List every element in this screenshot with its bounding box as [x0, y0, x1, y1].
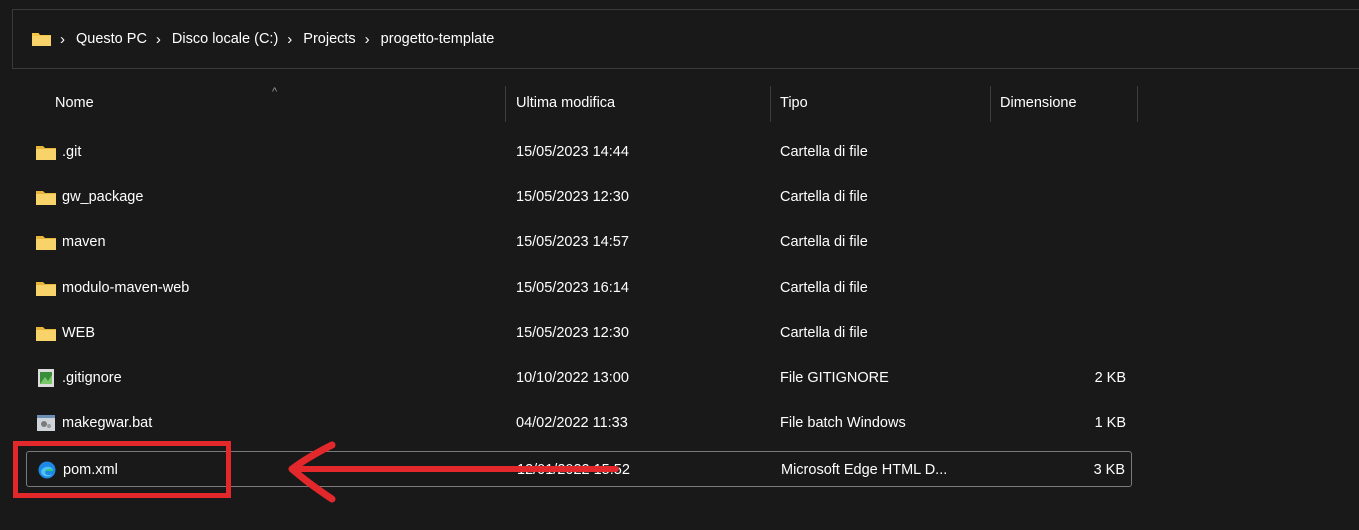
file-type: File GITIGNORE: [780, 370, 889, 386]
column-header-row: ^ Nome Ultima modifica Tipo Dimensione: [0, 80, 1359, 126]
column-divider[interactable]: [770, 86, 771, 122]
file-size: 1 KB: [1094, 415, 1126, 431]
column-header-name[interactable]: Nome: [55, 80, 94, 126]
file-type: Microsoft Edge HTML D...: [781, 462, 948, 478]
file-name: .git: [62, 144, 82, 160]
generic-file-icon: [36, 369, 56, 387]
file-row[interactable]: makegwar.bat 04/02/2022 11:33 File batch…: [26, 405, 1132, 441]
folder-icon: [36, 143, 56, 161]
breadcrumb-separator-icon: ›: [155, 30, 161, 48]
annotation-highlight-box: [13, 441, 231, 498]
breadcrumb-progetto-template[interactable]: progetto-template: [381, 31, 495, 47]
column-header-type[interactable]: Tipo: [780, 80, 808, 126]
file-name-cell: gw_package: [36, 179, 143, 215]
file-type: Cartella di file: [780, 144, 868, 160]
file-row[interactable]: .git 15/05/2023 14:44 Cartella di file: [26, 134, 1132, 170]
file-row[interactable]: modulo-maven-web 15/05/2023 16:14 Cartel…: [26, 270, 1132, 306]
file-modified: 04/02/2022 11:33: [516, 415, 628, 431]
folder-icon: [32, 32, 51, 46]
file-modified: 15/05/2023 12:30: [516, 325, 629, 341]
file-type: Cartella di file: [780, 234, 868, 250]
file-type: Cartella di file: [780, 325, 868, 341]
file-row[interactable]: .gitignore 10/10/2022 13:00 File GITIGNO…: [26, 360, 1132, 396]
file-name: WEB: [62, 325, 96, 341]
file-name: makegwar.bat: [62, 415, 153, 431]
file-modified: 15/05/2023 14:57: [516, 234, 629, 250]
breadcrumb-local-disk[interactable]: Disco locale (C:): [172, 31, 278, 47]
breadcrumb-projects[interactable]: Projects: [303, 31, 355, 47]
folder-icon: [36, 324, 56, 342]
file-row[interactable]: gw_package 15/05/2023 12:30 Cartella di …: [26, 179, 1132, 215]
file-name-cell: modulo-maven-web: [36, 270, 189, 306]
breadcrumb-separator-icon: ›: [287, 30, 293, 48]
file-name: maven: [62, 234, 106, 250]
file-row[interactable]: maven 15/05/2023 14:57 Cartella di file: [26, 224, 1132, 260]
file-modified: 15/05/2023 12:30: [516, 189, 629, 205]
file-type: Cartella di file: [780, 189, 868, 205]
column-divider[interactable]: [505, 86, 506, 122]
file-type: Cartella di file: [780, 280, 868, 296]
breadcrumb-separator-icon: ›: [364, 30, 370, 48]
address-bar[interactable]: › Questo PC › Disco locale (C:) › Projec…: [12, 9, 1359, 69]
file-size: 2 KB: [1094, 370, 1126, 386]
file-row[interactable]: WEB 15/05/2023 12:30 Cartella di file: [26, 315, 1132, 351]
breadcrumb-separator-icon: ›: [60, 30, 65, 48]
column-header-modified[interactable]: Ultima modifica: [516, 80, 615, 126]
column-divider[interactable]: [990, 86, 991, 122]
file-name: .gitignore: [62, 370, 122, 386]
folder-icon: [36, 188, 56, 206]
file-name-cell: maven: [36, 224, 106, 260]
folder-icon: [36, 233, 56, 251]
file-name: gw_package: [62, 189, 144, 205]
batch-file-icon: [36, 414, 56, 432]
column-header-size[interactable]: Dimensione: [1000, 80, 1077, 126]
file-modified: 15/05/2023 16:14: [516, 280, 629, 296]
annotation-arrow-icon: [288, 441, 619, 503]
file-name-cell: .git: [36, 134, 81, 170]
file-modified: 15/05/2023 14:44: [516, 144, 629, 160]
file-name: modulo-maven-web: [62, 280, 190, 296]
file-name-cell: WEB: [36, 315, 95, 351]
sort-ascending-icon: ^: [272, 86, 278, 98]
file-type: File batch Windows: [780, 415, 906, 431]
breadcrumb-this-pc[interactable]: Questo PC: [76, 31, 147, 47]
column-divider[interactable]: [1137, 86, 1138, 122]
file-size: 3 KB: [1093, 462, 1125, 478]
file-name-cell: .gitignore: [36, 360, 122, 396]
folder-icon: [36, 279, 56, 297]
file-name-cell: makegwar.bat: [36, 405, 152, 441]
file-modified: 10/10/2022 13:00: [516, 370, 629, 386]
